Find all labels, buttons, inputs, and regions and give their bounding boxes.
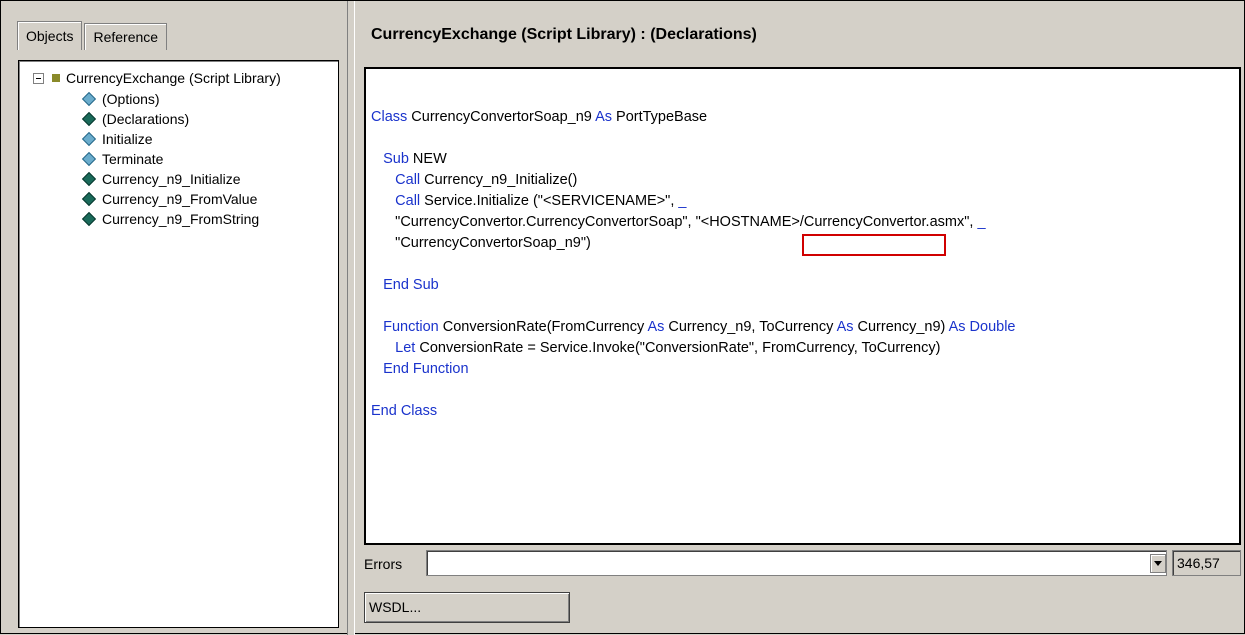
code-line: Let ConversionRate = Service.Invoke("Con… <box>371 338 1016 359</box>
code-token: CurrencyConvertorSoap_n9 <box>407 109 596 125</box>
code-token: ConversionRate(FromCurrency <box>438 319 648 335</box>
errors-bar: Errors 346,57 <box>364 550 1241 580</box>
tree-item[interactable]: Terminate <box>81 149 259 169</box>
object-browser-pane: Objects Reference CurrencyExchange (Scri… <box>5 5 346 629</box>
tree-item[interactable]: Initialize <box>81 129 259 149</box>
cursor-position: 346,57 <box>1172 550 1241 576</box>
tab-objects[interactable]: Objects <box>17 21 83 50</box>
initialize-diamond-icon <box>81 131 97 147</box>
code-line: Sub NEW <box>371 149 1016 170</box>
code-keyword: End Function <box>383 361 469 377</box>
function-diamond-icon <box>81 191 97 207</box>
code-line: Call Currency_n9_Initialize() <box>371 170 1016 191</box>
code-keyword: _ <box>977 214 986 230</box>
collapse-icon[interactable] <box>33 72 44 84</box>
tree-root[interactable]: CurrencyExchange (Script Library) <box>33 69 281 87</box>
function-diamond-icon <box>81 211 97 227</box>
wsdl-button[interactable]: WSDL... <box>364 592 570 623</box>
tree-item[interactable]: Currency_n9_Initialize <box>81 169 259 189</box>
function-diamond-icon <box>81 171 97 187</box>
tree-item-label: (Options) <box>102 91 160 107</box>
errors-label: Errors <box>364 556 403 572</box>
code-keyword: As <box>836 319 854 335</box>
tree-item-label: Currency_n9_Initialize <box>102 171 241 187</box>
tree-item-label: (Declarations) <box>102 111 190 127</box>
code-keyword: As <box>595 109 612 125</box>
code-token: Currency_n9) <box>853 319 949 335</box>
code-keyword: End Sub <box>383 277 439 293</box>
script-library-icon <box>52 74 60 82</box>
code-token: Currency_n9, ToCurrency <box>664 319 837 335</box>
code-keyword: As Double <box>948 319 1016 335</box>
tree-item[interactable]: (Declarations) <box>81 109 259 129</box>
code-keyword: Sub <box>383 151 409 167</box>
window-frame: Objects Reference CurrencyExchange (Scri… <box>0 0 1245 635</box>
code-keyword: Call <box>395 193 421 209</box>
code-keyword: Function <box>383 319 439 335</box>
code-keyword: _ <box>678 193 687 209</box>
editor-pane: CurrencyExchange (Script Library) : (Dec… <box>357 5 1242 631</box>
tree-item-label: Initialize <box>102 131 153 147</box>
editor-title: CurrencyExchange (Script Library) : (Dec… <box>371 26 757 43</box>
tree-item-label: Currency_n9_FromValue <box>102 191 258 207</box>
tree-root-label: CurrencyExchange (Script Library) <box>66 70 281 86</box>
terminate-diamond-icon <box>81 151 97 167</box>
code-keyword: Class <box>371 109 408 125</box>
code-text[interactable]: Class CurrencyConvertorSoap_n9 As PortTy… <box>371 107 1016 422</box>
code-keyword: Call <box>395 172 421 188</box>
code-token: "CurrencyConvertorSoap_n9") <box>371 235 591 251</box>
declarations-diamond-icon <box>81 111 97 127</box>
tab-reference[interactable]: Reference <box>84 23 168 50</box>
code-keyword: Let <box>395 340 416 356</box>
code-line: Function ConversionRate(FromCurrency As … <box>371 317 1016 338</box>
tree-item[interactable]: (Options) <box>81 89 259 109</box>
code-line: "CurrencyConvertor.CurrencyConvertorSoap… <box>371 212 1016 233</box>
browser-tabs: Objects Reference <box>17 21 169 53</box>
tree-items: (Options) (Declarations) Initialize Termina… <box>81 89 260 229</box>
code-line: End Class <box>371 401 1016 422</box>
code-line: End Sub <box>371 275 1016 296</box>
code-editor[interactable]: Class CurrencyConvertorSoap_n9 As PortTy… <box>364 67 1241 545</box>
code-token: Currency_n9_Initialize() <box>420 172 578 188</box>
tree-item-label: Terminate <box>102 151 164 167</box>
code-token: ConversionRate = Service.Invoke("Convers… <box>415 340 941 356</box>
code-token: Service.Initialize ("<SERVICENAME>", <box>420 193 679 209</box>
code-line: End Function <box>371 359 1016 380</box>
code-token: PortTypeBase <box>612 109 708 125</box>
code-keyword: As <box>647 319 665 335</box>
options-diamond-icon <box>81 91 97 107</box>
chevron-down-icon[interactable] <box>1150 554 1166 573</box>
tree-item[interactable]: Currency_n9_FromValue <box>81 189 259 209</box>
code-token: NEW <box>408 151 447 167</box>
errors-dropdown[interactable] <box>426 550 1167 576</box>
tree-item-label: Currency_n9_FromString <box>102 211 260 227</box>
hostname-highlight-box <box>802 234 946 256</box>
code-line: Call Service.Initialize ("<SERVICENAME>"… <box>371 191 1016 212</box>
tree-item[interactable]: Currency_n9_FromString <box>81 209 260 229</box>
object-tree[interactable]: CurrencyExchange (Script Library) (Optio… <box>18 60 339 628</box>
code-token: "CurrencyConvertor.CurrencyConvertorSoap… <box>371 214 978 230</box>
code-line: Class CurrencyConvertorSoap_n9 As PortTy… <box>371 107 1016 128</box>
code-keyword: End Class <box>371 403 438 419</box>
pane-splitter[interactable] <box>347 1 355 635</box>
